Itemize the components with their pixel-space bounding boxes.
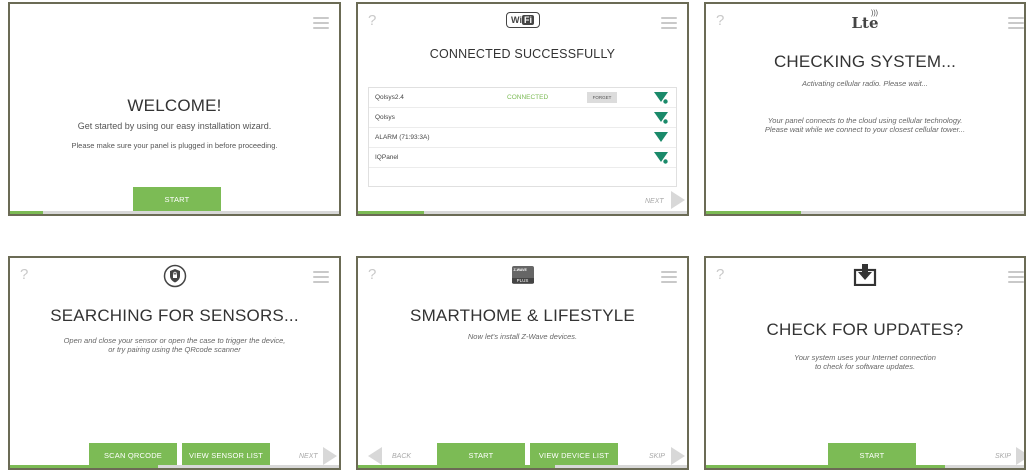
help-icon[interactable]: ? [20, 266, 28, 283]
progress-fill [358, 465, 556, 468]
list-item[interactable]: ALARM (71:93:3A) [369, 128, 676, 148]
network-name: Qolsys2.4 [375, 94, 404, 101]
help-icon[interactable]: ? [716, 12, 724, 29]
sensors-title: SEARCHING FOR SENSORS... [50, 306, 299, 325]
next-label[interactable]: NEXT [645, 198, 664, 205]
menu-icon[interactable] [1008, 271, 1024, 283]
help-icon[interactable]: ? [368, 266, 376, 283]
welcome-subtitle: Get started by using our easy installati… [77, 121, 272, 131]
skip-arrow-icon[interactable] [1016, 447, 1024, 465]
setup-progress-bar [706, 465, 1024, 468]
updates-title: CHECK FOR UPDATES? [766, 320, 964, 339]
welcome-title: WELCOME! [127, 96, 222, 115]
lte-screen: ? ))) Lte CHECKING SYSTEM... Activating … [704, 2, 1026, 216]
next-arrow-icon[interactable] [323, 447, 337, 465]
download-icon [853, 264, 877, 287]
back-arrow-icon[interactable] [368, 447, 382, 465]
wifi-screen: ? Wi Fi CONNECTED SUCCESSFULLY Qolsys2.4 … [356, 2, 689, 216]
help-icon[interactable]: ? [716, 266, 724, 283]
setup-progress-bar [10, 465, 339, 468]
welcome-note: Please make sure your panel is plugged i… [71, 141, 278, 150]
wifi-logo-icon: Wi Fi [505, 12, 540, 28]
sensors-screen: ? SEARCHING FOR SENSORS... Open and clos… [8, 256, 341, 470]
welcome-screen: WELCOME! Get started by using our easy i… [8, 2, 341, 216]
sensors-line-2: or try pairing using the QRcode scanner [108, 345, 241, 354]
wifi-signal-icon [654, 112, 668, 124]
progress-fill [358, 211, 424, 214]
zwave-plus-logo-icon: Z-WAVE PLUS [511, 266, 534, 284]
shield-lock-icon [163, 264, 187, 288]
list-item[interactable]: Qolsys [369, 108, 676, 128]
updates-line-2: to check for software updates. [814, 362, 916, 371]
wifi-network-list[interactable]: Qolsys2.4 CONNECTED FORGET Qolsys ALARM … [368, 87, 677, 187]
progress-fill [706, 465, 945, 468]
progress-fill [706, 211, 802, 214]
progress-fill [10, 465, 159, 468]
zwave-logo-plus: PLUS [511, 278, 534, 283]
menu-icon[interactable] [661, 17, 677, 29]
wifi-signal-icon [654, 152, 668, 164]
setup-progress-bar [706, 211, 1024, 214]
network-name: IQPanel [375, 154, 399, 161]
progress-fill [10, 211, 43, 214]
next-arrow-icon[interactable] [671, 191, 685, 209]
network-name: ALARM (71:93:3A) [375, 134, 430, 141]
menu-icon[interactable] [313, 17, 329, 29]
list-item[interactable]: IQPanel [369, 148, 676, 168]
menu-icon[interactable] [313, 271, 329, 283]
setup-progress-bar [358, 465, 687, 468]
skip-label[interactable]: SKIP [995, 453, 1011, 460]
smarthome-title: SMARTHOME & LIFESTYLE [410, 306, 635, 325]
menu-icon[interactable] [1008, 17, 1024, 29]
network-name: Qolsys [375, 114, 395, 121]
smarthome-subtitle: Now let's install Z-Wave devices. [467, 332, 578, 341]
start-button[interactable]: START [133, 187, 221, 213]
updates-screen: ? CHECK FOR UPDATES? Your system uses yo… [704, 256, 1026, 470]
forget-button[interactable]: FORGET [587, 92, 617, 103]
menu-icon[interactable] [661, 271, 677, 283]
setup-progress-bar [358, 211, 687, 214]
lte-logo-text: Lte [851, 14, 879, 32]
wifi-logo-text-2: Fi [521, 15, 534, 25]
wifi-title: CONNECTED SUCCESSFULLY [429, 47, 616, 61]
lte-logo-icon: ))) Lte [851, 10, 879, 32]
next-label[interactable]: NEXT [299, 453, 318, 460]
setup-progress-bar [10, 211, 339, 214]
smarthome-screen: ? Z-WAVE PLUS SMARTHOME & LIFESTYLE Now … [356, 256, 689, 470]
help-icon[interactable]: ? [368, 12, 376, 29]
lte-subtitle: Activating cellular radio. Please wait..… [802, 79, 928, 88]
zwave-logo-text: Z-WAVE [513, 268, 527, 272]
lte-note-line-2: Please wait while we connect to your clo… [764, 125, 966, 134]
wifi-logo-text: Wi [511, 15, 522, 25]
connection-status: CONNECTED [507, 94, 549, 101]
wifi-signal-icon [654, 92, 668, 104]
list-item[interactable]: Qolsys2.4 CONNECTED FORGET [369, 88, 676, 108]
back-label[interactable]: BACK [392, 453, 411, 460]
skip-label[interactable]: SKIP [649, 453, 665, 460]
lte-title: CHECKING SYSTEM... [773, 52, 957, 71]
wifi-signal-icon [654, 132, 668, 144]
skip-arrow-icon[interactable] [671, 447, 685, 465]
